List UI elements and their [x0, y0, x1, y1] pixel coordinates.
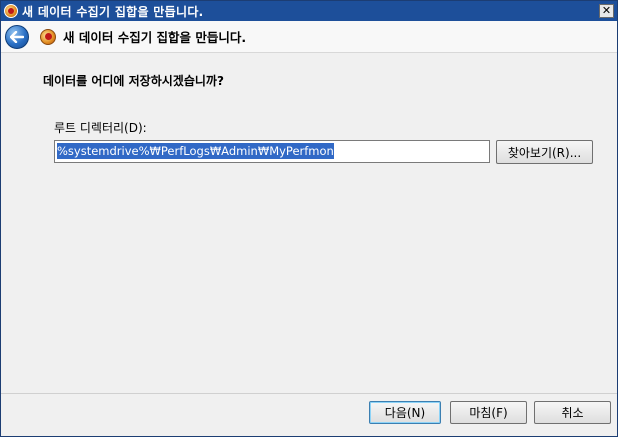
back-arrow-icon — [10, 30, 24, 43]
close-button[interactable]: ✕ — [599, 4, 614, 18]
back-button[interactable] — [5, 24, 29, 49]
performance-monitor-icon — [4, 4, 18, 18]
finish-button[interactable]: 마침(F) — [450, 401, 527, 424]
performance-monitor-icon — [40, 28, 56, 45]
wizard-window: 새 데이터 수집기 집합을 만듭니다. ✕ 새 데이터 수집기 집합을 만듭니다… — [0, 0, 618, 437]
wizard-header: 새 데이터 수집기 집합을 만듭니다. — [1, 21, 617, 53]
title-bar[interactable]: 새 데이터 수집기 집합을 만듭니다. ✕ — [1, 1, 617, 21]
page-question: 데이터를 어디에 저장하시겠습니까? — [43, 74, 224, 88]
root-directory-value: %systemdrive%₩PerfLogs₩Admin₩MyPerfmon — [57, 143, 334, 159]
wizard-heading: 새 데이터 수집기 집합을 만듭니다. — [63, 30, 247, 45]
window-title: 새 데이터 수집기 집합을 만듭니다. — [22, 4, 204, 19]
next-button[interactable]: 다음(N) — [369, 401, 441, 424]
root-directory-input[interactable]: %systemdrive%₩PerfLogs₩Admin₩MyPerfmon — [54, 140, 490, 163]
root-directory-label: 루트 디렉터리(D): — [54, 121, 147, 135]
footer-divider — [1, 393, 617, 394]
cancel-button[interactable]: 취소 — [534, 401, 611, 424]
browse-button[interactable]: 찾아보기(R)... — [496, 140, 593, 164]
close-icon: ✕ — [601, 4, 612, 17]
